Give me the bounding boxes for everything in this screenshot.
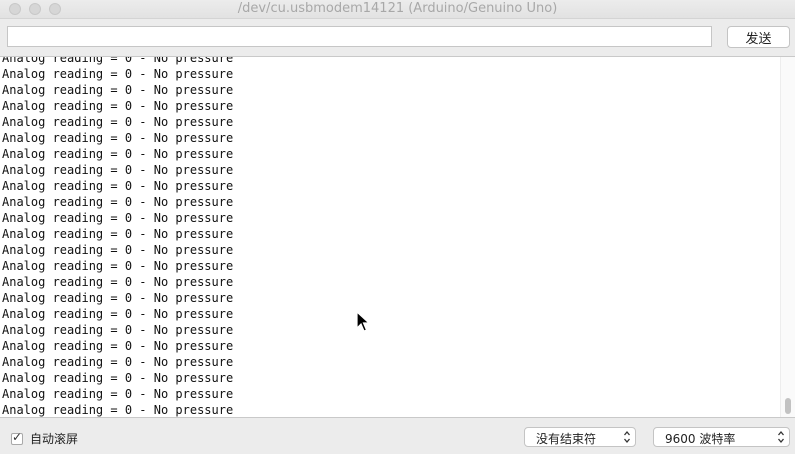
window-title: /dev/cu.usbmodem14121 (Arduino/Genuino U… [237,1,558,16]
checkmark-icon: ✓ [12,429,23,444]
output-line: Analog reading = 0 - No pressure [2,163,234,177]
baud-rate-select[interactable]: 9600 波特率 [653,427,790,447]
output-line: Analog reading = 0 - No pressure [2,67,234,81]
output-line: Analog reading = 0 - No pressure [2,291,234,305]
autoscroll-label: 自动滚屏 [30,432,79,446]
output-line: Analog reading = 0 - No pressure [2,179,234,193]
serial-output-area[interactable]: Analog reading = 0 - No pressure Analog r… [0,56,795,418]
line-ending-select[interactable]: 没有结束符 [524,427,636,447]
output-line: Analog reading = 0 - No pressure [2,387,234,401]
scrollbar-thumb[interactable] [785,398,791,414]
output-line: Analog reading = 0 - No pressure [2,355,234,369]
up-down-chevron-icon [778,430,784,444]
up-down-chevron-icon [624,430,630,444]
title-bar: /dev/cu.usbmodem14121 (Arduino/Genuino U… [0,0,795,19]
output-line: Analog reading = 0 - No pressure [2,83,234,97]
serial-send-input[interactable] [7,26,712,47]
output-line: Analog reading = 0 - No pressure [2,275,234,289]
output-line: Analog reading = 0 - No pressure [2,259,234,273]
send-row: 发送 [0,19,795,56]
output-line: Analog reading = 0 - No pressure [2,56,234,65]
output-line: Analog reading = 0 - No pressure [2,323,234,337]
autoscroll-toggle[interactable]: ✓ 自动滚屏 [11,430,78,447]
output-line: Analog reading = 0 - No pressure [2,339,234,353]
send-button[interactable]: 发送 [727,26,790,48]
output-line: Analog reading = 0 - No pressure [2,99,234,113]
output-lines: Analog reading = 0 - No pressure Analog r… [2,56,234,417]
bottom-toolbar: ✓ 自动滚屏 没有结束符 9600 波特率 [0,418,795,454]
line-ending-value: 没有结束符 [536,432,597,446]
output-line: Analog reading = 0 - No pressure [2,211,234,225]
output-line: Analog reading = 0 - No pressure [2,147,234,161]
output-line: Analog reading = 0 - No pressure [2,243,234,257]
output-line: Analog reading = 0 - No pressure [2,227,234,241]
output-line: Analog reading = 0 - No pressure [2,307,234,321]
arrow-cursor-icon [356,311,370,332]
output-line: Analog reading = 0 - No pressure [2,115,234,129]
vertical-scrollbar[interactable] [780,57,795,417]
output-line: Analog reading = 0 - No pressure [2,131,234,145]
output-line: Analog reading = 0 - No pressure [2,371,234,385]
output-line: Analog reading = 0 - No pressure [2,195,234,209]
autoscroll-checkbox[interactable]: ✓ [11,429,23,445]
output-line: Analog reading = 0 - No pressure [2,403,234,417]
baud-rate-value: 9600 波特率 [665,432,736,446]
